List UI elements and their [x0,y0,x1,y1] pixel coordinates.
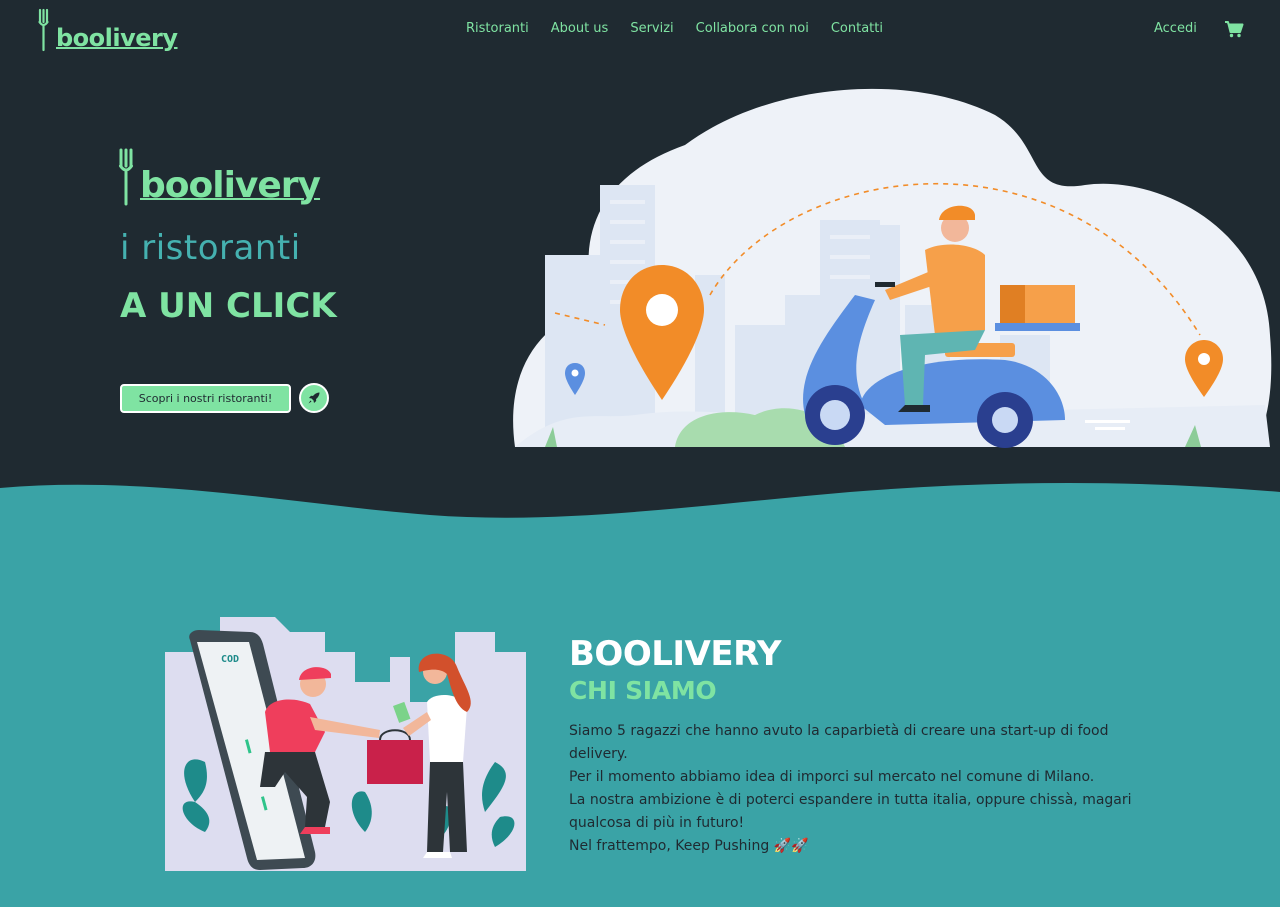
about-paragraph: Per il momento abbiamo idea di imporci s… [569,769,1095,785]
about-paragraph: Siamo 5 ragazzi che hanno avuto la capar… [569,723,1109,762]
hero-tagline-2: A UN CLICK [120,286,337,326]
brand-logo[interactable]: boolivery [38,8,178,52]
discover-restaurants-button[interactable]: Scopri i nostri ristoranti! [120,384,291,413]
brand-wordmark: boolivery [56,24,178,52]
fork-logo-icon [38,8,49,52]
hero-wordmark: boolivery [140,165,321,206]
delivery-handoff-illustration: COD [165,612,526,871]
hero-logo: boolivery [118,148,321,206]
delivery-scooter-illustration [513,88,1272,448]
rocket-icon[interactable] [299,383,329,413]
main-nav: Ristoranti About us Servizi Collabora co… [466,21,883,36]
nav-link-servizi[interactable]: Servizi [630,21,673,36]
cod-label: COD [221,654,239,665]
nav-link-contatti[interactable]: Contatti [831,21,883,36]
nav-link-ristoranti[interactable]: Ristoranti [466,21,529,36]
hero-tagline-1: i ristoranti [120,228,301,268]
about-paragraph: Nel frattempo, Keep Pushing 🚀🚀 [569,838,809,854]
cart-icon[interactable] [1224,20,1244,42]
about-subtitle: CHI SIAMO [569,676,717,705]
nav-link-about-us[interactable]: About us [551,21,609,36]
about-paragraph: La nostra ambizione è di poterci espande… [569,792,1132,831]
fork-logo-icon [119,148,133,206]
nav-link-collabora[interactable]: Collabora con noi [696,21,809,36]
about-description: Siamo 5 ragazzi che hanno avuto la capar… [569,720,1149,858]
navbar: boolivery Ristoranti About us Servizi Co… [0,0,1280,62]
login-link[interactable]: Accedi [1154,21,1197,36]
about-title: BOOLIVERY [569,634,782,674]
